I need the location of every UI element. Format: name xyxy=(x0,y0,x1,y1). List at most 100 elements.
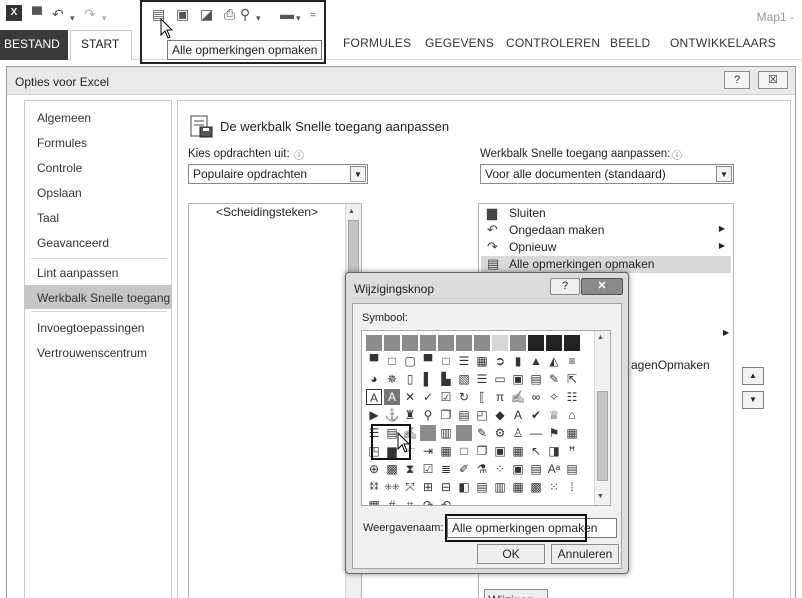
folder-icon[interactable]: ◰ xyxy=(474,407,490,423)
gear-icon[interactable]: ⚙ xyxy=(492,425,508,441)
hourglass-icon[interactable]: ⧗ xyxy=(402,461,418,477)
symbol-swatch[interactable] xyxy=(474,335,490,351)
text-a-bold-icon[interactable]: A xyxy=(384,389,400,405)
play-icon[interactable]: ▶ xyxy=(366,407,382,423)
panel-icon[interactable]: ▥ xyxy=(492,479,508,495)
nav-item-opslaan[interactable]: Opslaan xyxy=(25,180,171,204)
flag-icon[interactable]: ⚑ xyxy=(546,425,562,441)
scroll-up-icon[interactable]: ▲ xyxy=(348,208,355,215)
area-chart-icon[interactable]: ◭ xyxy=(546,353,562,369)
modify-close-button[interactable]: ✕ xyxy=(581,278,623,295)
symbol-swatch[interactable] xyxy=(402,335,418,351)
list-item-opnieuw[interactable]: ↷ Opnieuw ▶ xyxy=(481,239,731,256)
modify-help-button[interactable]: ? xyxy=(550,278,580,295)
scatter-icon[interactable]: ⁜⁜ xyxy=(384,479,400,495)
apps-icon[interactable]: ⁞ xyxy=(564,479,580,495)
symbol-swatch[interactable] xyxy=(420,425,436,441)
brush-icon[interactable]: ✍ xyxy=(510,389,526,405)
grid-icon[interactable]: ▦ xyxy=(510,443,526,459)
symbol-swatch[interactable] xyxy=(528,335,544,351)
symbol-swatch[interactable] xyxy=(456,335,472,351)
frame-icon[interactable]: □ xyxy=(456,443,472,459)
symbol-swatch[interactable] xyxy=(564,335,580,351)
nav-item-taal[interactable]: Taal xyxy=(25,205,171,229)
dot-grid-icon[interactable]: ⁙ xyxy=(546,479,562,495)
tab-formules[interactable]: FORMULES xyxy=(343,36,411,50)
refresh-icon[interactable]: ↻ xyxy=(456,389,472,405)
columns-icon[interactable]: ▦ xyxy=(510,479,526,495)
available-commands-list[interactable]: <Scheidingsteken> ▲ xyxy=(188,203,362,598)
frame-icon[interactable]: ▣ xyxy=(510,371,526,387)
copy-icon[interactable]: ❐ xyxy=(438,407,454,423)
italic-a-icon[interactable]: A xyxy=(510,407,526,423)
modify-button[interactable]: Wijzigen... xyxy=(484,589,548,598)
symbol-swatch[interactable] xyxy=(420,335,436,351)
font-size-icon[interactable]: Aᵃ xyxy=(546,461,562,477)
bar-chart-icon[interactable]: ▮ xyxy=(510,353,526,369)
trash-icon[interactable]: ▯ xyxy=(402,371,418,387)
nav-item-geavanceerd[interactable]: Geavanceerd xyxy=(25,230,171,254)
form-icon[interactable]: ▤ xyxy=(528,461,544,477)
binoculars-icon[interactable]: ∞ xyxy=(528,389,544,405)
customize-qat-select[interactable]: Voor alle documenten (standaard) ▼ xyxy=(480,164,734,184)
symbol-swatch[interactable] xyxy=(510,335,526,351)
pen-icon[interactable]: ✎ xyxy=(546,371,562,387)
tab-ontwikkelaars[interactable]: ONTWIKKELAARS xyxy=(670,36,776,50)
symbol-swatch[interactable] xyxy=(546,335,562,351)
window-icon[interactable]: ▀ xyxy=(420,353,436,369)
picture-icon[interactable]: ▩ xyxy=(384,461,400,477)
list-icon[interactable]: ☰ xyxy=(456,353,472,369)
nav-item-werkbalk-snelle-toegang[interactable]: Werkbalk Snelle toegang xyxy=(25,285,171,309)
hash-icon[interactable]: # xyxy=(384,497,400,505)
nav-item-vertrouwenscentrum[interactable]: Vertrouwenscentrum xyxy=(25,340,171,364)
lines-icon[interactable]: ☰ xyxy=(474,371,490,387)
list-item-alle-opmerkingen-opmaken[interactable]: ▤ Alle opmerkingen opmaken xyxy=(481,256,731,273)
brush-icon[interactable]: ✐ xyxy=(456,461,472,477)
justify-icon[interactable]: ≣ xyxy=(438,461,454,477)
tab-beeld[interactable]: BEELD xyxy=(610,36,650,50)
pie-icon[interactable]: ◕ xyxy=(366,371,382,387)
abc-icon[interactable]: ꟸ xyxy=(564,443,580,459)
arrow-circle-icon[interactable]: ➲ xyxy=(492,353,508,369)
edit-icon[interactable]: ✎ xyxy=(474,425,490,441)
edit-list-icon[interactable]: ☑ xyxy=(420,461,436,477)
tab-controleren[interactable]: CONTROLEREN xyxy=(506,36,600,50)
pi-icon[interactable]: π xyxy=(492,389,508,405)
star-icon[interactable]: ✵ xyxy=(384,371,400,387)
symbol-swatch[interactable] xyxy=(384,335,400,351)
chart-icon[interactable]: ▙ xyxy=(438,371,454,387)
box-icon[interactable]: ▭ xyxy=(492,371,508,387)
square-outline-icon[interactable]: ▢ xyxy=(402,353,418,369)
list-item-ongedaan-maken[interactable]: ↶ Ongedaan maken ▶ xyxy=(481,222,731,239)
options-help-button[interactable]: ? xyxy=(724,71,750,89)
choose-commands-select[interactable]: Populaire opdrachten ▼ xyxy=(188,164,368,184)
chart-icon[interactable]: ◨ xyxy=(546,443,562,459)
symbol-swatch[interactable] xyxy=(366,335,382,351)
shapes-icon[interactable]: ▲ xyxy=(528,353,544,369)
paste-icon[interactable]: ▤ xyxy=(564,461,580,477)
robot-icon[interactable]: ♜ xyxy=(402,407,418,423)
sort-icon[interactable]: ≡ xyxy=(564,353,580,369)
grid-icon[interactable]: ▦ xyxy=(366,497,382,505)
square-icon[interactable]: □ xyxy=(384,353,400,369)
column-icon[interactable]: ▌ xyxy=(420,371,436,387)
move-down-button[interactable]: ▼ xyxy=(742,391,764,409)
check-icon[interactable]: ✓ xyxy=(420,389,436,405)
shuffle-icon[interactable]: ⁑⁑ xyxy=(366,479,382,495)
nav-item-controle[interactable]: Controle xyxy=(25,155,171,179)
search-icon[interactable]: ⚲ xyxy=(420,407,436,423)
wand-icon[interactable]: ✧ xyxy=(546,389,562,405)
bell-icon[interactable]: ♕ xyxy=(546,407,562,423)
symbol-swatch[interactable] xyxy=(438,335,454,351)
undo-dropdown-icon[interactable]: ▾ xyxy=(70,10,75,26)
square-icon[interactable]: □ xyxy=(438,353,454,369)
image-icon[interactable]: ▧ xyxy=(456,371,472,387)
redo-dropdown-icon[interactable]: ▾ xyxy=(102,10,107,26)
list-item-sluiten[interactable]: ▆ Sluiten xyxy=(481,205,731,222)
move-up-button[interactable]: ▲ xyxy=(742,367,764,385)
symbol-grid-scrollbar[interactable]: ▲ ▼ xyxy=(594,331,610,505)
tab-start[interactable]: START xyxy=(70,30,132,61)
anchor-icon[interactable]: ⚓ xyxy=(384,407,400,423)
diamond-icon[interactable]: ◆ xyxy=(492,407,508,423)
redo-icon[interactable]: ↷ xyxy=(84,6,96,22)
